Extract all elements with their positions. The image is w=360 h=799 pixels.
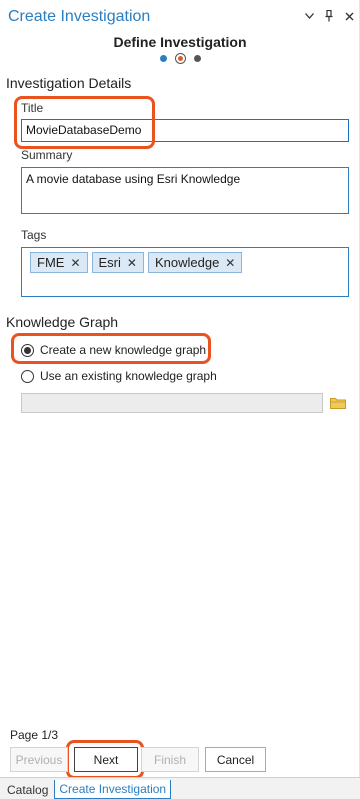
- tag-remove-icon[interactable]: ✕: [70, 256, 80, 270]
- pane-title: Create Investigation: [8, 8, 151, 25]
- title-label: Title: [21, 101, 44, 115]
- tag-remove-icon[interactable]: ✕: [225, 256, 235, 270]
- tag-chip: FME ✕: [30, 252, 88, 273]
- pane-tab-bar: Catalog Create Investigation: [0, 777, 360, 799]
- radio-use-existing-kg[interactable]: Use an existing knowledge graph: [21, 369, 217, 383]
- radio-button-unchecked[interactable]: [21, 369, 34, 383]
- finish-button[interactable]: Finish: [141, 747, 199, 772]
- tag-label: Esri: [98, 255, 121, 270]
- title-input[interactable]: MovieDatabaseDemo: [21, 119, 349, 142]
- tag-chip: Esri ✕: [91, 252, 144, 273]
- radio-create-new-kg[interactable]: Create a new knowledge graph: [21, 343, 206, 357]
- radio-button-checked[interactable]: [21, 343, 34, 357]
- pin-icon[interactable]: [324, 10, 334, 22]
- tag-remove-icon[interactable]: ✕: [127, 256, 137, 270]
- step-1-dot: [159, 55, 167, 62]
- tags-input[interactable]: FME ✕ Esri ✕ Knowledge ✕: [21, 247, 349, 297]
- radio-use-existing-label: Use an existing knowledge graph: [40, 369, 217, 383]
- knowledge-graph-heading: Knowledge Graph: [6, 314, 119, 330]
- summary-label: Summary: [21, 148, 73, 162]
- investigation-details-heading: Investigation Details: [6, 75, 132, 91]
- step-2-dot: [174, 53, 186, 64]
- previous-button[interactable]: Previous: [10, 747, 68, 772]
- page-indicator: Page 1/3: [10, 728, 59, 742]
- tags-label: Tags: [21, 228, 47, 242]
- next-button[interactable]: Next: [74, 747, 138, 772]
- cancel-button[interactable]: Cancel: [205, 747, 266, 772]
- folder-icon[interactable]: [330, 397, 346, 409]
- chevron-down-icon[interactable]: [304, 10, 314, 22]
- tag-label: FME: [37, 255, 65, 270]
- close-icon[interactable]: [344, 10, 354, 22]
- tag-label: Knowledge: [154, 255, 220, 270]
- step-3-dot: [193, 55, 201, 62]
- tab-catalog[interactable]: Catalog: [3, 780, 52, 799]
- radio-create-new-label: Create a new knowledge graph: [40, 343, 207, 357]
- wizard-step-indicator: [0, 53, 360, 64]
- wizard-step-title: Define Investigation: [113, 34, 247, 50]
- create-investigation-pane: Create Investigation Define Investigatio…: [0, 0, 360, 779]
- tab-create-investigation[interactable]: Create Investigation: [54, 780, 172, 799]
- tag-chip: Knowledge ✕: [147, 252, 243, 273]
- summary-textarea[interactable]: A movie database using Esri Knowledge: [21, 167, 349, 214]
- pane-header-controls: [304, 10, 354, 22]
- pane-header: Create Investigation: [0, 0, 360, 36]
- existing-kg-path-input[interactable]: [21, 393, 323, 413]
